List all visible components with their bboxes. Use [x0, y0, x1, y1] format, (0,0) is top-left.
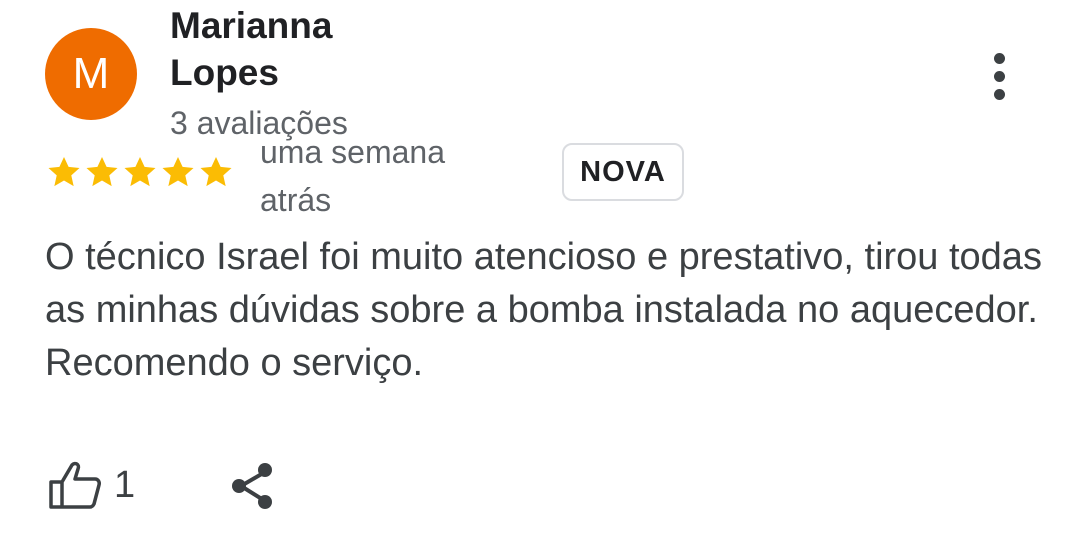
thumb-up-icon [49, 461, 101, 509]
more-options-button[interactable] [985, 50, 1015, 102]
star-icon [200, 156, 232, 187]
star-icon [162, 156, 194, 187]
star-icon [48, 156, 80, 187]
author-name[interactable]: Marianna Lopes [170, 2, 390, 96]
new-badge: NOVA [562, 143, 684, 201]
avatar[interactable]: M [45, 28, 137, 120]
like-count: 1 [114, 464, 136, 506]
review-text: O técnico Israel foi muito atencioso e p… [45, 236, 1042, 384]
star-icon [124, 156, 156, 187]
share-icon [232, 463, 272, 509]
like-button[interactable]: 1 [48, 460, 135, 510]
star-icon [86, 156, 118, 187]
review-date: uma semana atrás [260, 134, 445, 218]
share-button[interactable] [228, 460, 278, 512]
star-rating [45, 150, 235, 194]
